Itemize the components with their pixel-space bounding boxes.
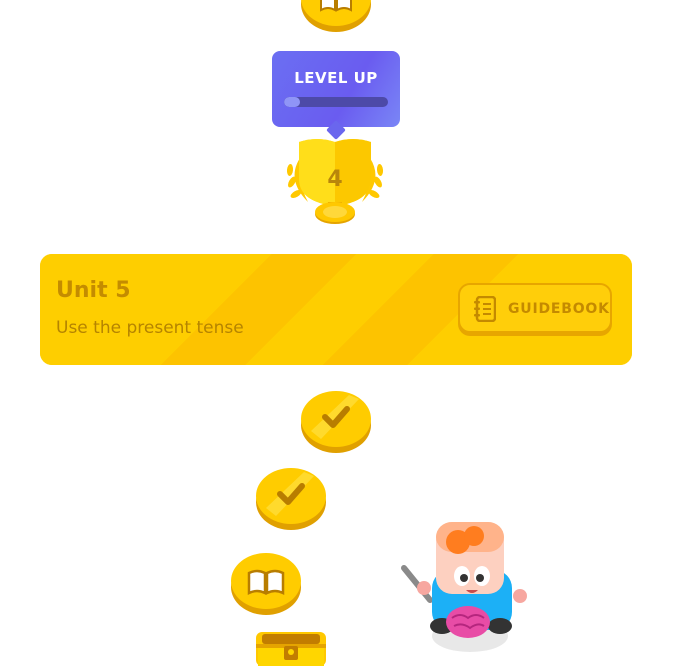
- character-with-brain-icon: [401, 522, 527, 652]
- path-node-completed-1[interactable]: [301, 389, 371, 453]
- trophy-node[interactable]: 4: [282, 136, 388, 228]
- guidebook-label: GUIDEBOOK: [508, 301, 610, 317]
- path-node-treasure-chest[interactable]: [254, 630, 328, 666]
- level-up-progress-fill: [284, 97, 300, 107]
- check-icon: [301, 391, 371, 453]
- guidebook-button[interactable]: GUIDEBOOK: [458, 283, 612, 333]
- path-node-book[interactable]: [231, 551, 301, 615]
- unit-title: Unit 5: [56, 278, 131, 303]
- level-up-tooltip: LEVEL UP: [272, 51, 400, 140]
- character-illustration: [400, 518, 532, 656]
- level-up-progress-bar: [284, 97, 388, 107]
- unit-header: Unit 5 Use the present tense GUIDEBOOK: [40, 254, 632, 365]
- trophy-number: 4: [327, 167, 342, 192]
- notebook-icon: [474, 296, 496, 322]
- check-icon: [256, 468, 326, 530]
- unit-subtitle: Use the present tense: [56, 318, 244, 338]
- trophy-icon: 4: [286, 139, 384, 224]
- book-icon: [231, 553, 301, 615]
- book-icon: [301, 0, 371, 32]
- path-node-book-top[interactable]: [301, 0, 371, 32]
- level-up-label: LEVEL UP: [294, 69, 378, 87]
- path-node-completed-2[interactable]: [256, 466, 326, 530]
- treasure-chest-icon: [256, 632, 326, 666]
